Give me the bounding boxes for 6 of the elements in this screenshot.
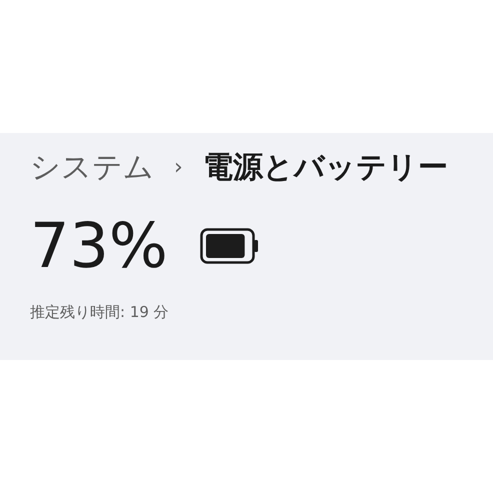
remaining-time: 推定残り時間: 19 分 <box>30 303 170 322</box>
battery-percentage: 73% <box>30 215 168 277</box>
breadcrumb-link[interactable]: システム <box>30 146 154 188</box>
battery-icon <box>200 228 260 264</box>
page-title: 電源とバッテリー <box>202 148 448 186</box>
chevron-icon: › <box>174 154 183 180</box>
